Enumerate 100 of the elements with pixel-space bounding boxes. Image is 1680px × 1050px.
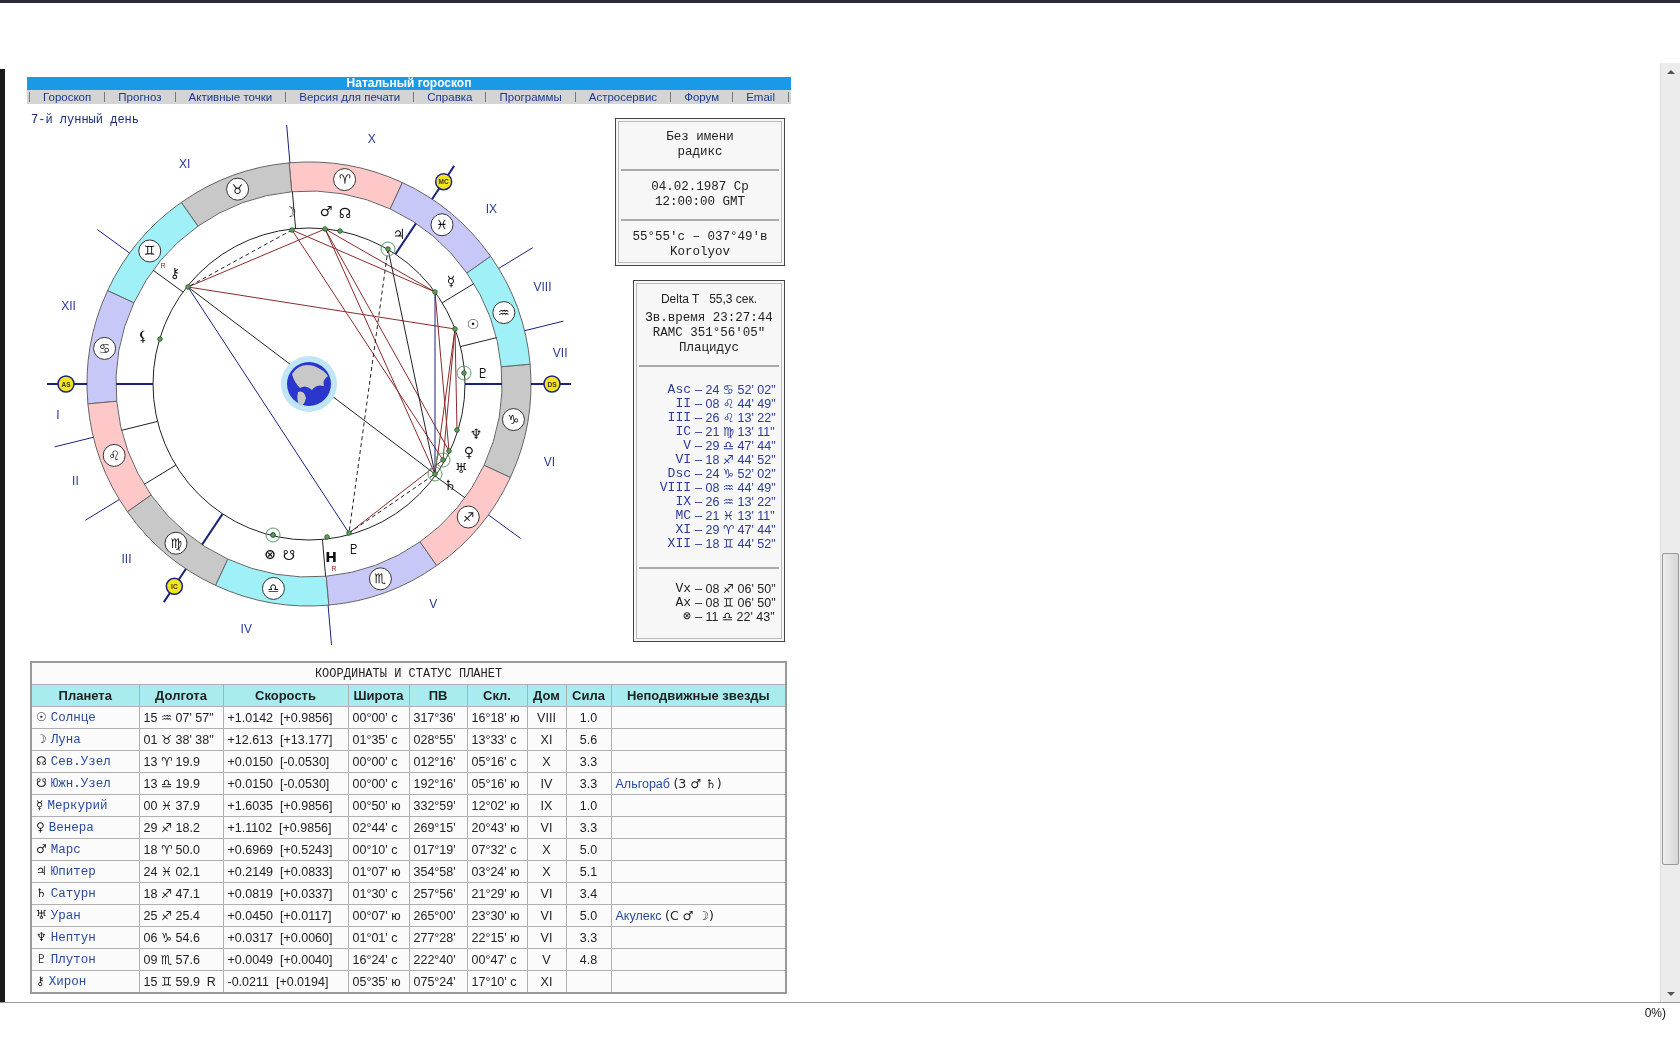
cusp-label: XI <box>675 523 691 537</box>
planet-dot <box>440 457 446 463</box>
column-header: Планета <box>31 684 139 707</box>
cusp-value: – 18 ♊ 44' 52" <box>695 537 777 551</box>
star-link[interactable]: Акулекс <box>615 909 662 923</box>
conjunction-ring <box>435 452 451 468</box>
cusp-value: – 24 ♑ 52' 02" <box>695 467 777 481</box>
cusp-label: MC <box>675 509 691 523</box>
info-text: Без имени <box>665 130 735 145</box>
planet-link[interactable]: Южн.Узел <box>50 777 111 791</box>
zodiac-sign-badge: ♈ <box>333 168 357 192</box>
nav-link[interactable]: Справка <box>427 90 473 104</box>
delta-t-text: Delta T 55,3 сек. <box>659 292 759 307</box>
zodiac-sign-badge: ♎ <box>261 576 285 600</box>
lunar-day-text: 7-й лунный день <box>30 114 141 126</box>
planet-dot <box>385 246 391 252</box>
cusp-label: VIII <box>659 481 691 495</box>
zodiac-sign-badge: ♉ <box>226 177 250 201</box>
planet-glyph: ☉ <box>36 710 47 724</box>
house-number: V <box>429 597 438 612</box>
nav-link[interactable]: Форум <box>684 90 720 104</box>
planet-link[interactable]: Луна <box>50 733 81 747</box>
house-number: XI <box>179 156 191 171</box>
star-note: (3 ♂ ♄) <box>673 776 722 791</box>
planet-dot <box>432 471 438 477</box>
planet-link[interactable]: Нептун <box>50 931 96 945</box>
planet-glyph: ♄ <box>36 886 47 900</box>
cusp-label: II <box>675 397 691 411</box>
globe-icon <box>281 356 337 412</box>
zodiac-sign-badge: ♋ <box>93 336 117 360</box>
planet-glyph: ⚸ <box>137 328 149 344</box>
planet-link[interactable]: Хирон <box>48 975 87 989</box>
cusp-label: XII <box>667 537 691 551</box>
conjunction-ring <box>427 466 443 482</box>
cusp-value: – 18 ♐ 44' 52" <box>695 453 777 467</box>
cusp-label: Asc <box>667 383 691 397</box>
cusp-label: III <box>667 411 691 425</box>
page-title: Натальный гороскоп <box>27 77 791 90</box>
info-text: 55°55'с – 037°49'в <box>631 230 769 245</box>
planet-dot <box>432 289 438 295</box>
house-number: III <box>121 552 132 567</box>
cusp-value: – 08 ♊ 06' 50" <box>695 596 777 610</box>
zoom-level-text: 0%) <box>1644 1005 1667 1022</box>
conjunction-ring <box>380 241 396 257</box>
planet-glyph: ☿ <box>446 273 456 289</box>
house-number: VI <box>543 455 556 470</box>
cusp-label: IC <box>675 425 691 439</box>
planet-glyph: ☊ <box>36 754 47 768</box>
scrollbar-thumb[interactable] <box>1662 553 1679 865</box>
planet-dot <box>157 336 163 342</box>
planet-glyph: ♇ <box>36 952 47 966</box>
info-text: Korolyov <box>669 245 731 260</box>
cusp-label: Ax <box>675 596 691 610</box>
cusp-label: Vx <box>675 582 691 596</box>
nav-link[interactable]: Гороскоп <box>43 90 92 104</box>
cusp-label: IX <box>675 495 691 509</box>
conjunction-ring <box>265 527 281 543</box>
planet-glyph: ☊ <box>338 205 352 221</box>
planet-dot <box>337 228 343 234</box>
nav-link[interactable]: Версия для печати <box>299 90 401 104</box>
planet-glyph: ♄ <box>443 477 457 493</box>
cusp-value: – 29 ♎ 47' 44" <box>695 439 777 453</box>
nav-link[interactable]: Программы <box>499 90 562 104</box>
nav-link[interactable]: Астросервис <box>588 90 658 104</box>
planet-glyph: ♀ <box>36 820 45 834</box>
planet-dot <box>446 448 452 454</box>
planet-link[interactable]: Марс <box>50 843 81 857</box>
planet-link[interactable]: Плутон <box>50 953 96 967</box>
info-text: Зв.время 23:27:44 <box>644 311 774 326</box>
star-note: (С ♂ ☽) <box>665 908 714 923</box>
planet-glyph: ♆ <box>36 930 47 944</box>
planet-link[interactable]: Меркурий <box>47 799 108 813</box>
cusp-value: – 26 ♒ 13' 22" <box>695 495 777 509</box>
planet-link[interactable]: Венера <box>48 821 94 835</box>
planet-link[interactable]: Солнце <box>50 711 96 725</box>
nav-link[interactable]: Прогноз <box>118 90 162 104</box>
conjunction-ring <box>456 365 472 381</box>
planet-glyph: ♆ <box>469 426 483 442</box>
planet-link[interactable]: Юпитер <box>50 865 96 879</box>
planet-link[interactable]: Сатурн <box>50 887 96 901</box>
zodiac-sign-badge: ♑ <box>501 408 525 432</box>
nav-link[interactable]: Активные точки <box>188 90 273 104</box>
planet-dot <box>461 370 467 376</box>
column-header: Неподвижные звезды <box>611 684 787 707</box>
planet-glyph: ☉ <box>466 316 480 332</box>
planet-link[interactable]: Уран <box>50 909 81 923</box>
star-link[interactable]: Альгораб <box>615 777 670 791</box>
house-number: II <box>72 474 79 489</box>
info-text: Плацидус <box>678 341 740 356</box>
planet-dot <box>289 227 295 233</box>
cusp-value: – 29 ♈ 47' 44" <box>695 523 777 537</box>
planet-glyph: ☋ <box>36 776 47 790</box>
planet-dot <box>322 226 328 232</box>
info-text: 12:00:00 GMT <box>654 195 746 210</box>
planet-link[interactable]: Сев.Узел <box>50 755 111 769</box>
planet-glyph: ☿ <box>36 798 44 812</box>
house-number: VII <box>552 346 568 361</box>
zodiac-sign-badge: ♊ <box>138 239 162 263</box>
house-number: VIII <box>533 279 552 294</box>
nav-link[interactable]: Email <box>746 90 775 104</box>
